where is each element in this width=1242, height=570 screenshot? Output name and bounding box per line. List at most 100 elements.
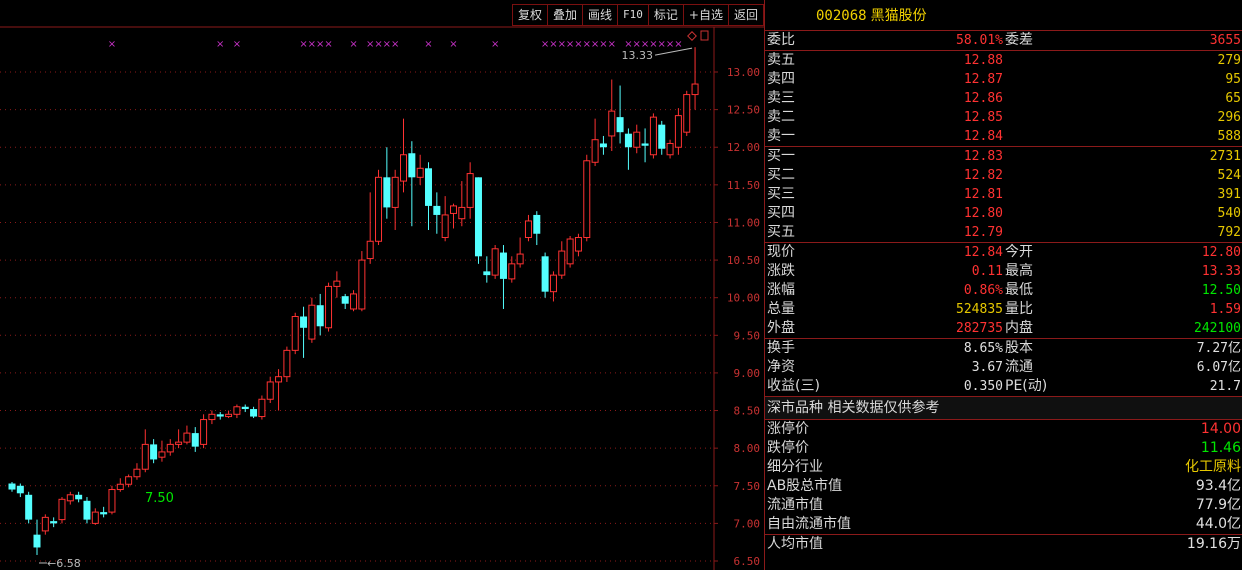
candle-body-up bbox=[366, 240, 374, 260]
stat-label: 总量 bbox=[767, 301, 795, 317]
candle-body-down bbox=[33, 534, 41, 548]
signal-marker: × bbox=[574, 39, 582, 50]
candle-body-up bbox=[683, 94, 691, 133]
mark-button[interactable]: 标记 bbox=[647, 4, 683, 26]
level-label: 买一 bbox=[767, 148, 795, 164]
buy-level-row[interactable]: 买五 12.79 792 bbox=[765, 223, 1242, 243]
candle-body-up bbox=[608, 110, 616, 137]
candle-body-down bbox=[250, 409, 258, 417]
y-tick-label: 10.50 bbox=[727, 254, 760, 267]
candle-body-down bbox=[75, 494, 83, 500]
buy-level-row[interactable]: 买四 12.80 540 bbox=[765, 204, 1242, 223]
candle-body-down bbox=[150, 444, 158, 460]
signal-marker: × bbox=[349, 39, 357, 50]
signal-marker: × bbox=[366, 39, 374, 50]
signal-marker: × bbox=[449, 39, 457, 50]
candle-body-up bbox=[375, 176, 383, 242]
candle-body-up bbox=[41, 516, 49, 532]
stat-label: 今开 bbox=[1005, 244, 1033, 260]
sell-level-row[interactable]: 卖三 12.86 65 bbox=[765, 89, 1242, 108]
signal-marker: × bbox=[558, 39, 566, 50]
sell-level-row[interactable]: 卖四 12.87 95 bbox=[765, 70, 1242, 89]
weibi-label: 委比 bbox=[767, 32, 795, 48]
add-watchlist-button[interactable]: +自选 bbox=[682, 4, 728, 26]
signal-marker: × bbox=[549, 39, 557, 50]
buy-level-row[interactable]: 买二 12.82 524 bbox=[765, 166, 1242, 185]
level-price: 12.80 bbox=[963, 206, 1003, 221]
candle-body-up bbox=[266, 381, 274, 400]
stat-row: 涨幅 0.86% 最低 12.50 bbox=[765, 281, 1242, 300]
candle-body-up bbox=[558, 250, 566, 276]
candle-body-down bbox=[83, 500, 91, 520]
finance-label: 净资 bbox=[767, 359, 795, 375]
fuquan-button[interactable]: 复权 bbox=[511, 4, 547, 26]
candle-body-down bbox=[100, 512, 108, 515]
y-tick-label: 9.50 bbox=[734, 329, 761, 342]
stat-row: 外盘 282735 内盘 242100 bbox=[765, 319, 1242, 339]
finance-row: 净资 3.67 流通 6.07亿 bbox=[765, 358, 1242, 377]
candle-body-down bbox=[8, 483, 16, 490]
buy-level-row[interactable]: 买三 12.81 391 bbox=[765, 185, 1242, 204]
finance-label: 换手 bbox=[767, 340, 795, 356]
signal-marker: × bbox=[599, 39, 607, 50]
candle-body-down bbox=[499, 252, 507, 279]
ab-mv-row: AB股总市值 93.4亿 bbox=[765, 477, 1242, 496]
signal-marker: × bbox=[608, 39, 616, 50]
level-volume: 524 bbox=[1217, 168, 1241, 183]
candle-body-down bbox=[216, 414, 224, 417]
high-label: 13.33 bbox=[622, 49, 654, 62]
limit-up-value: 14.00 bbox=[1200, 421, 1241, 437]
candle-body-down bbox=[599, 143, 607, 148]
level-price: 12.86 bbox=[963, 91, 1003, 106]
weibi-value: 58.01% bbox=[956, 33, 1003, 48]
y-tick-label: 11.50 bbox=[727, 179, 760, 192]
candle-body-up bbox=[591, 139, 599, 163]
y-tick-label: 11.00 bbox=[727, 216, 760, 229]
candle-body-up bbox=[516, 253, 524, 265]
candle-body-up bbox=[208, 413, 216, 421]
candle-body-up bbox=[524, 220, 532, 239]
level-price: 12.87 bbox=[963, 72, 1003, 87]
kline-svg[interactable]: 13.00 12.50 12.00 11.50 11.00 10.50 10.00 9.50 9… bbox=[0, 0, 764, 570]
buy-level-row[interactable]: 买一 12.83 2731 bbox=[765, 147, 1242, 166]
candle-body-up bbox=[333, 280, 341, 287]
industry-value[interactable]: 化工原料 bbox=[1185, 458, 1241, 477]
overlay-button[interactable]: 叠加 bbox=[547, 4, 583, 26]
level-price: 12.82 bbox=[963, 168, 1003, 183]
industry-row: 细分行业 化工原料 bbox=[765, 458, 1242, 477]
sell-level-row[interactable]: 卖二 12.85 296 bbox=[765, 108, 1242, 127]
kline-chart[interactable]: 13.00 12.50 12.00 11.50 11.00 10.50 10.00 9.50 9… bbox=[0, 0, 764, 570]
y-tick-label: 12.50 bbox=[727, 104, 760, 117]
ab-mv-value: 93.4亿 bbox=[1195, 478, 1241, 494]
finance-label: PE(动) bbox=[1005, 378, 1048, 394]
candle-body-up bbox=[674, 115, 682, 148]
signal-marker: × bbox=[233, 39, 241, 50]
stat-row: 现价 12.84 今开 12.80 bbox=[765, 243, 1242, 262]
stat-label: 内盘 bbox=[1005, 320, 1033, 336]
sell-book: 卖五 12.88 279 卖四 12.87 95 卖三 12.86 65 卖二 12.85 296 卖一… bbox=[765, 51, 1242, 147]
candle-body-up bbox=[183, 432, 191, 443]
candle-body-down bbox=[641, 143, 649, 146]
level-volume: 279 bbox=[1217, 53, 1241, 68]
sell-level-row[interactable]: 卖一 12.84 588 bbox=[765, 127, 1242, 147]
signal-marker: × bbox=[391, 39, 399, 50]
draw-line-button[interactable]: 画线 bbox=[582, 4, 618, 26]
signal-marker: × bbox=[316, 39, 324, 50]
limit-up-label: 涨停价 bbox=[767, 421, 809, 437]
back-button[interactable]: 返回 bbox=[727, 4, 764, 26]
finance-value: 7.27亿 bbox=[1196, 341, 1241, 356]
sell-level-row[interactable]: 卖五 12.88 279 bbox=[765, 51, 1242, 70]
y-tick-label: 8.50 bbox=[734, 405, 761, 418]
candle-body-up bbox=[108, 489, 116, 513]
finance-value: 3.67 bbox=[971, 360, 1003, 375]
level-price: 12.88 bbox=[963, 53, 1003, 68]
candle-body-up bbox=[258, 398, 266, 418]
market-note: 深市品种 相关数据仅供参考 bbox=[765, 396, 1242, 420]
candle-body-down bbox=[616, 117, 624, 133]
candle-body-down bbox=[541, 256, 549, 292]
candle-body-up bbox=[91, 511, 99, 524]
stat-label: 最低 bbox=[1005, 282, 1033, 298]
f10-button[interactable]: F10 bbox=[617, 4, 648, 26]
candle-body-up bbox=[225, 413, 233, 418]
candle-body-up bbox=[358, 259, 366, 310]
